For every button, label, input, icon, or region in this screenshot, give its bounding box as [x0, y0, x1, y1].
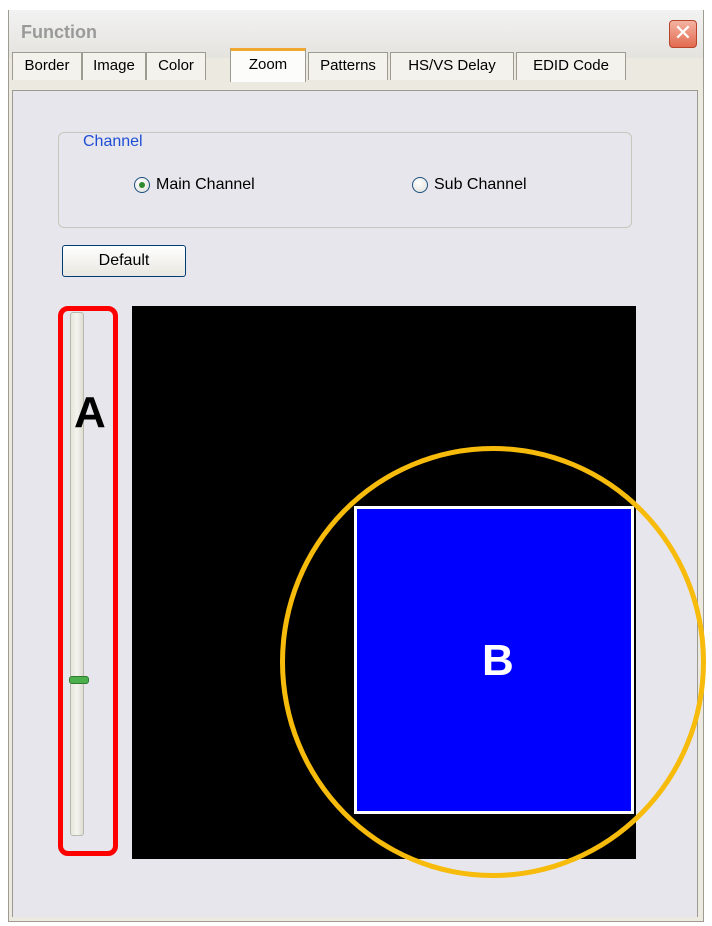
close-button[interactable]: ✕	[669, 20, 697, 48]
tab-border[interactable]: Border	[12, 52, 82, 80]
radio-checked-icon	[134, 177, 150, 193]
tab-strip: Border Image Color Zoom Patterns HS/VS D…	[12, 48, 700, 82]
default-button[interactable]: Default	[62, 245, 186, 277]
tab-hs-vs-delay[interactable]: HS/VS Delay	[390, 52, 514, 80]
window-title: Function	[21, 22, 97, 42]
tab-color[interactable]: Color	[146, 52, 206, 80]
channel-legend: Channel	[80, 133, 146, 151]
tab-patterns[interactable]: Patterns	[308, 52, 388, 80]
tab-zoom[interactable]: Zoom	[230, 48, 306, 82]
main-channel-label: Main Channel	[156, 176, 255, 193]
main-channel-radio[interactable]: Main Channel	[134, 176, 255, 194]
annotation-a-label: A	[74, 388, 106, 437]
radio-unchecked-icon	[412, 177, 428, 193]
tab-image[interactable]: Image	[82, 52, 146, 80]
tab-edid-code[interactable]: EDID Code	[516, 52, 626, 80]
sub-channel-label: Sub Channel	[434, 176, 527, 193]
annotation-b-label: B	[482, 636, 514, 685]
sub-channel-radio[interactable]: Sub Channel	[412, 176, 527, 194]
